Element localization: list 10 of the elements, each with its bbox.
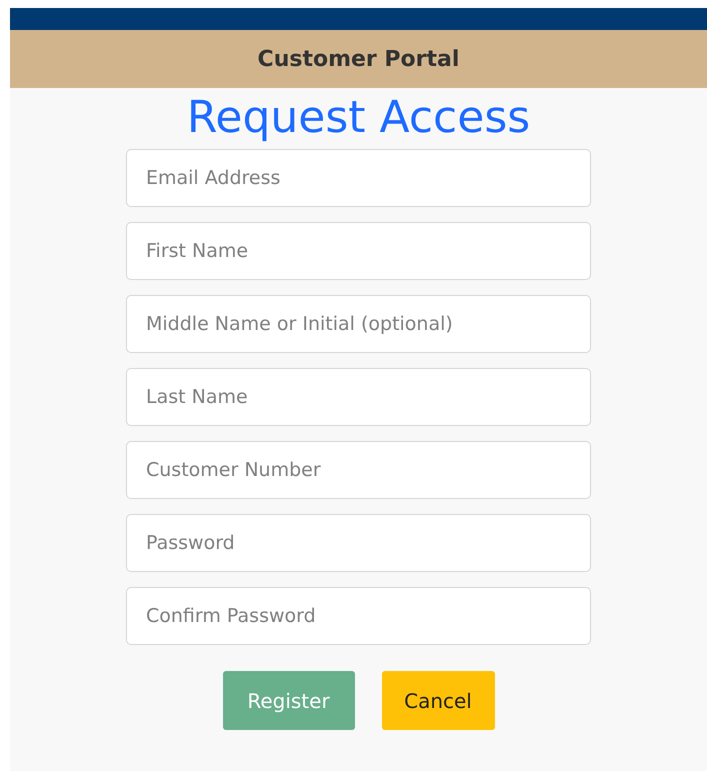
input-field[interactable]: Last Name <box>126 368 591 426</box>
input-field[interactable]: Email Address <box>126 149 591 207</box>
input-field[interactable]: Middle Name or Initial (optional) <box>126 295 591 353</box>
input-field[interactable]: Password <box>126 514 591 572</box>
input-field[interactable]: Confirm Password <box>126 587 591 645</box>
page-heading: Request Access <box>186 92 530 143</box>
portal-title: Customer Portal <box>258 46 460 72</box>
input-field[interactable]: Customer Number <box>126 441 591 499</box>
input-field[interactable]: First Name <box>126 222 591 280</box>
cancel-button[interactable]: Cancel <box>382 671 494 730</box>
